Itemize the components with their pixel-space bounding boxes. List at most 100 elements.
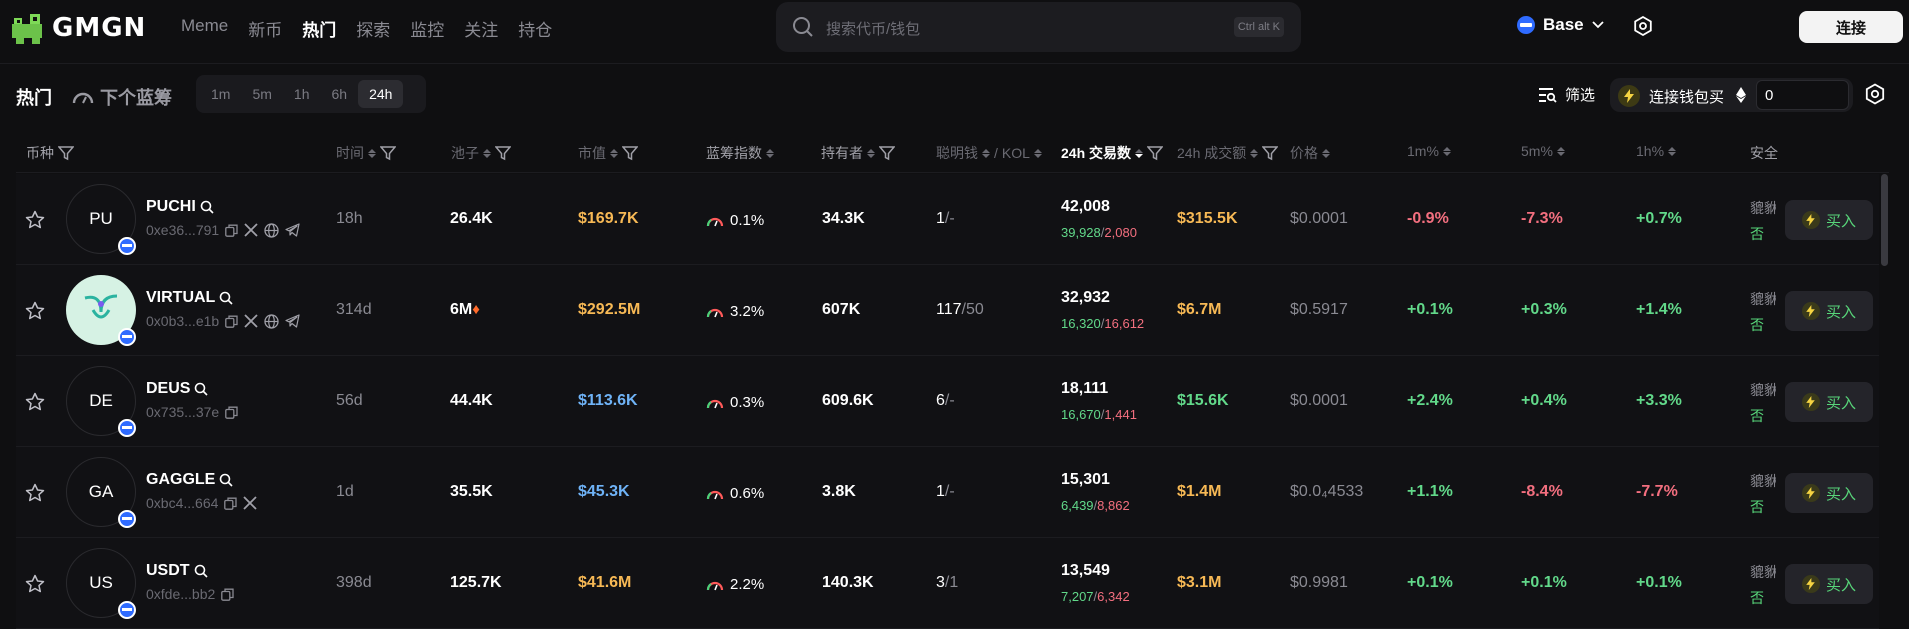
volume-24h: $315.5K: [1177, 210, 1238, 227]
col-mcap[interactable]: 市值: [578, 143, 638, 163]
col-holders[interactable]: 持有者: [821, 143, 895, 163]
top-nav: GMGN Meme 新币 热门 探索 监控 关注 持仓 搜索代币/钱包 Ctrl…: [0, 0, 1909, 64]
col-24h-tx[interactable]: 24h 交易数: [1061, 143, 1164, 163]
quick-buy-settings-icon[interactable]: [1864, 83, 1886, 105]
buy-sell-count: 16,670/1,441: [1061, 407, 1137, 422]
globe-icon[interactable]: [264, 313, 279, 329]
nav-link-monitor[interactable]: 监控: [410, 16, 444, 41]
favorite-star-icon[interactable]: [25, 574, 45, 594]
token-price: $0.9981: [1290, 574, 1348, 591]
col-1m[interactable]: 1m%: [1407, 143, 1451, 159]
token-name[interactable]: VIRTUAL: [146, 289, 233, 307]
token-age: 398d: [336, 574, 372, 591]
timeframe-5m[interactable]: 5m: [241, 80, 282, 108]
timeframe-6h[interactable]: 6h: [320, 80, 358, 108]
next-bluechip-tab[interactable]: 下个蓝筹: [72, 84, 172, 110]
buy-sell-count: 7,207/6,342: [1061, 589, 1130, 604]
copy-icon[interactable]: [225, 406, 238, 419]
col-1h[interactable]: 1h%: [1636, 143, 1677, 159]
x-twitter-icon[interactable]: [244, 223, 258, 237]
connect-button[interactable]: 连接: [1799, 11, 1903, 43]
sort-icon: [1442, 146, 1451, 156]
table-row[interactable]: GA GAGGLE 0xbc4...664 1d 35.5K $45.3K 0.…: [16, 447, 1879, 538]
col-24h-volume[interactable]: 24h 成交额: [1177, 143, 1279, 163]
search-icon[interactable]: [219, 291, 233, 305]
nav-link-meme[interactable]: Meme: [181, 16, 228, 41]
col-bluechip[interactable]: 蓝筹指数: [706, 143, 774, 163]
change-1h: +0.7%: [1636, 210, 1682, 227]
quick-buy-bar: 连接钱包买 0: [1610, 78, 1853, 112]
telegram-icon[interactable]: [285, 314, 300, 328]
frog-logo-icon: [12, 14, 42, 44]
quick-buy-label[interactable]: 连接钱包买: [1649, 86, 1724, 107]
honeypot-value: 否: [1750, 226, 1764, 242]
buy-button[interactable]: 买入: [1785, 291, 1873, 331]
favorite-star-icon[interactable]: [25, 483, 45, 503]
favorite-star-icon[interactable]: [25, 210, 45, 230]
col-token[interactable]: 币种: [26, 143, 74, 163]
token-age: 18h: [336, 210, 363, 227]
table-row[interactable]: DE DEUS 0x735...37e 56d 44.4K $113.6K 0.…: [16, 356, 1879, 447]
token-name[interactable]: GAGGLE: [146, 471, 233, 489]
change-5m: +0.3%: [1521, 301, 1567, 318]
table-row[interactable]: VIRTUAL 0x0b3...e1b 314d 6M♦ $292.5M 3.2…: [16, 265, 1879, 356]
search-icon[interactable]: [194, 564, 208, 578]
scrollbar[interactable]: [1881, 174, 1888, 266]
favorite-star-icon[interactable]: [25, 392, 45, 412]
settings-gear-icon[interactable]: [1633, 16, 1653, 36]
filter-button[interactable]: 筛选: [1538, 84, 1595, 105]
copy-icon[interactable]: [224, 497, 238, 510]
brand-logo[interactable]: GMGN: [10, 10, 146, 46]
col-age[interactable]: 时间: [336, 143, 396, 163]
col-price[interactable]: 价格: [1290, 143, 1330, 163]
nav-link-trending[interactable]: 热门: [302, 16, 336, 41]
nav-link-holdings[interactable]: 持仓: [518, 16, 552, 41]
buy-button[interactable]: 买入: [1785, 382, 1873, 422]
token-price: $0.5917: [1290, 301, 1348, 318]
x-twitter-icon[interactable]: [244, 314, 258, 328]
buy-button[interactable]: 买入: [1785, 564, 1873, 604]
change-5m: +0.4%: [1521, 392, 1567, 409]
token-age: 1d: [336, 483, 354, 500]
table-row[interactable]: PU PUCHI 0xe36...791 18h 26.4K $169.7K 0…: [16, 174, 1879, 265]
telegram-icon[interactable]: [285, 223, 300, 237]
filter-funnel-icon: [380, 146, 396, 161]
x-twitter-icon[interactable]: [243, 496, 258, 510]
col-pool[interactable]: 池子: [451, 143, 511, 163]
chain-selector[interactable]: Base: [1517, 15, 1604, 35]
quick-buy-amount-input[interactable]: 0: [1756, 80, 1849, 110]
timeframe-24h[interactable]: 24h: [358, 80, 404, 108]
search-shortcut: Ctrl alt K: [1233, 17, 1284, 37]
copy-icon[interactable]: [225, 315, 238, 328]
nav-link-explore[interactable]: 探索: [356, 16, 390, 41]
table-row[interactable]: US USDT 0xfde...bb2 398d 125.7K $41.6M 2…: [16, 538, 1879, 629]
col-security[interactable]: 安全: [1750, 143, 1778, 163]
copy-icon[interactable]: [221, 588, 234, 601]
volume-24h: $1.4M: [1177, 483, 1222, 500]
nav-link-follow[interactable]: 关注: [464, 16, 498, 41]
timeframe-1m[interactable]: 1m: [200, 80, 241, 108]
change-1m: +0.1%: [1407, 301, 1453, 318]
search-icon[interactable]: [200, 200, 214, 214]
timeframe-1h[interactable]: 1h: [283, 80, 321, 108]
copy-icon[interactable]: [225, 224, 238, 237]
search-icon[interactable]: [194, 382, 209, 396]
col-smart-kol[interactable]: 聪明钱 / KOL: [936, 143, 1042, 163]
search-icon[interactable]: [219, 473, 233, 487]
pool-liquidity: 6M♦: [450, 301, 480, 318]
token-name[interactable]: USDT: [146, 562, 208, 580]
token-name[interactable]: PUCHI: [146, 198, 214, 216]
search-placeholder: 搜索代币/钱包: [826, 21, 921, 38]
buy-button[interactable]: 买入: [1785, 200, 1873, 240]
search-input[interactable]: 搜索代币/钱包 Ctrl alt K: [776, 2, 1301, 52]
bluechip-index: 2.2%: [706, 576, 764, 593]
token-name[interactable]: DEUS: [146, 380, 209, 398]
favorite-star-icon[interactable]: [25, 301, 45, 321]
bluechip-index: 0.3%: [706, 394, 764, 411]
change-1m: +0.1%: [1407, 574, 1453, 591]
change-5m: -8.4%: [1521, 483, 1563, 500]
nav-link-new[interactable]: 新币: [248, 16, 282, 41]
globe-icon[interactable]: [264, 222, 279, 238]
buy-button[interactable]: 买入: [1785, 473, 1873, 513]
col-5m[interactable]: 5m%: [1521, 143, 1565, 159]
